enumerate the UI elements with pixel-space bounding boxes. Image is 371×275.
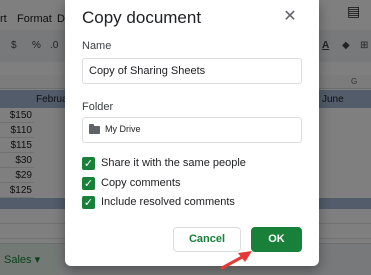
red-arrow-icon [220, 251, 252, 270]
close-icon[interactable]: ✕ [281, 8, 299, 26]
option-label: Include resolved comments [101, 196, 235, 208]
name-label: Name [82, 40, 112, 52]
folder-icon [89, 124, 100, 134]
folder-picker[interactable]: My Drive [82, 117, 302, 143]
option-label: Share it with the same people [101, 157, 246, 169]
ok-button[interactable]: OK [251, 227, 302, 252]
checkbox-checked-icon[interactable]: ✓ [82, 177, 95, 190]
checkbox-checked-icon[interactable]: ✓ [82, 196, 95, 209]
copy-document-dialog: Copy document ✕ Name Copy of Sharing She… [65, 0, 319, 266]
name-input[interactable]: Copy of Sharing Sheets [82, 58, 302, 84]
dialog-title: Copy document [82, 8, 202, 27]
folder-value: My Drive [105, 124, 141, 134]
checkbox-checked-icon[interactable]: ✓ [82, 157, 95, 170]
folder-label: Folder [82, 101, 114, 113]
option-label: Copy comments [101, 177, 181, 189]
